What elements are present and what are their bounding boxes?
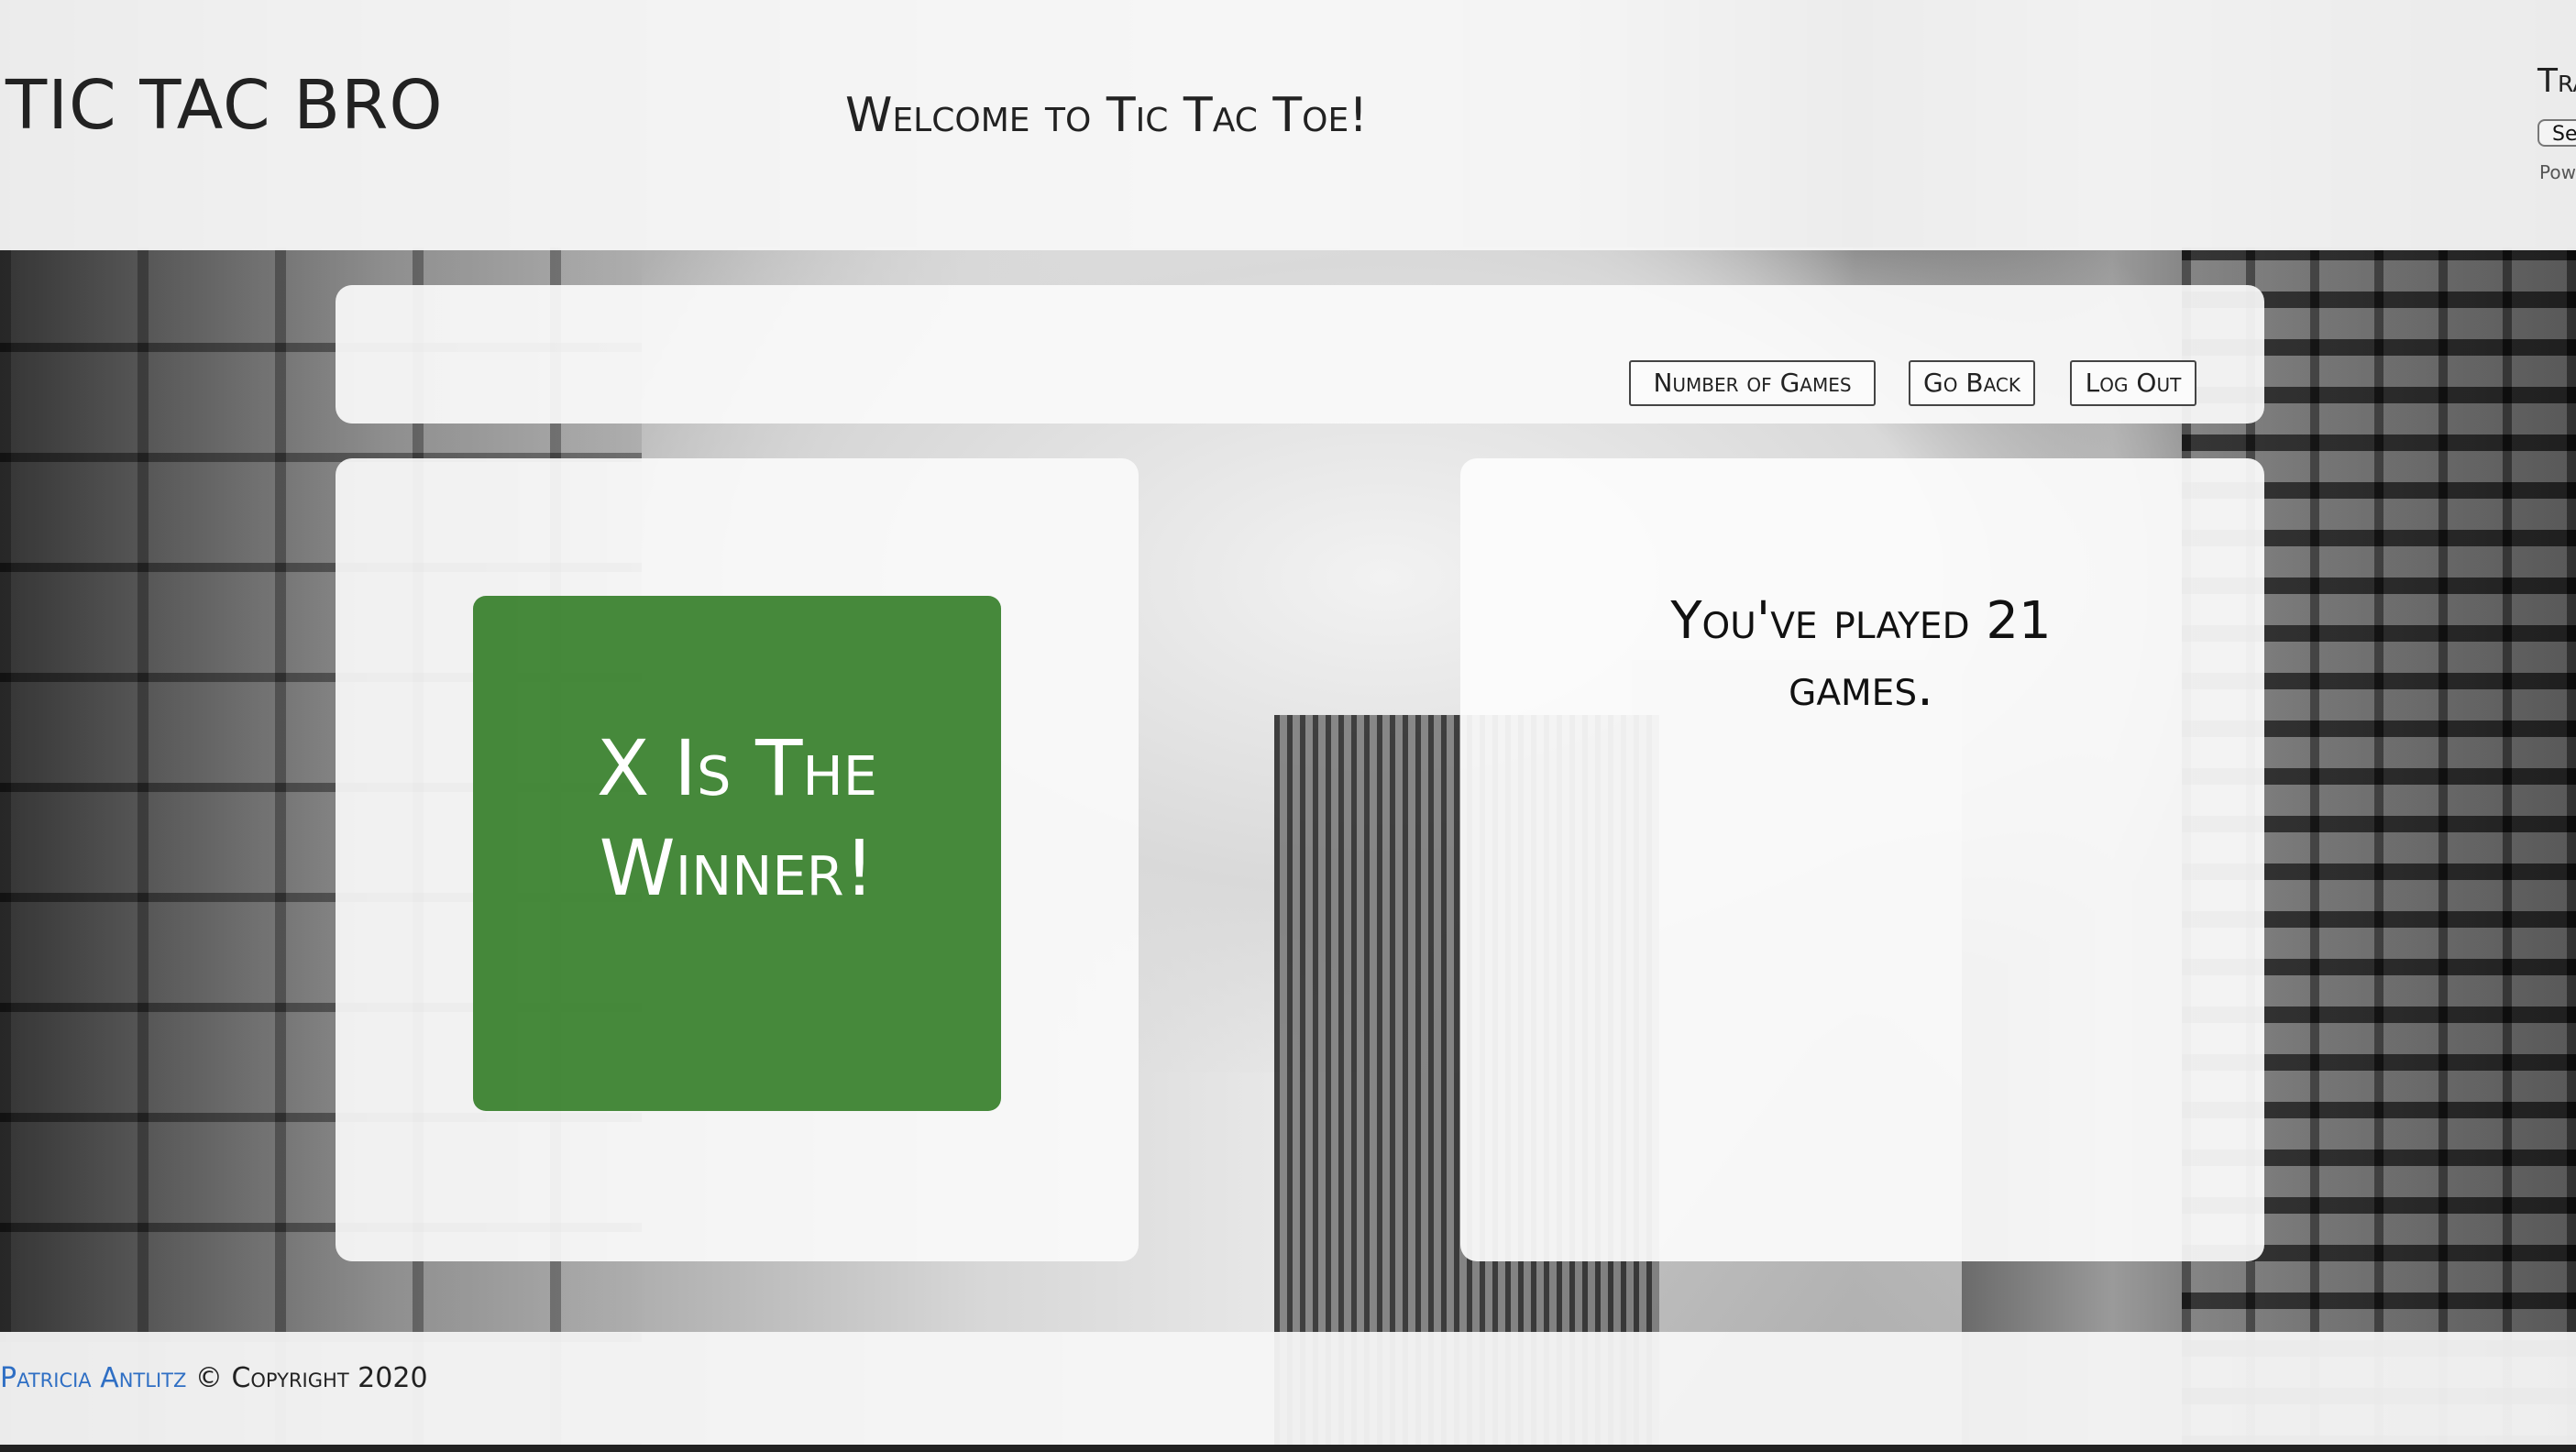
winner-text: X Is The Winner!	[545, 719, 930, 918]
number-of-games-button[interactable]: Number of Games	[1629, 360, 1876, 406]
stats-panel	[1460, 458, 2264, 1261]
games-played-text: You've played 21 games.	[1670, 591, 2052, 718]
translate-label: Tra	[2537, 62, 2576, 100]
winner-line-2: Winner!	[599, 823, 875, 913]
footer-bottom-bar	[0, 1445, 2576, 1452]
author-link[interactable]: Patricia Antlitz	[0, 1362, 186, 1394]
go-back-button[interactable]: Go Back	[1909, 360, 2035, 406]
language-select[interactable]: Se	[2537, 119, 2576, 147]
page-title: Welcome to Tic Tac Toe!	[845, 88, 1369, 143]
log-out-button[interactable]: Log Out	[2070, 360, 2196, 406]
powered-by-text: Pow	[2539, 161, 2576, 183]
winner-line-1: X Is The	[596, 722, 878, 813]
copyright-line: Patricia Antlitz © Copyright 2020	[0, 1362, 428, 1394]
copyright-text: © Copyright 2020	[194, 1362, 428, 1394]
brand-logo[interactable]: TIC TAC BRO	[6, 72, 444, 139]
winner-banner: X Is The Winner!	[473, 596, 1001, 1111]
